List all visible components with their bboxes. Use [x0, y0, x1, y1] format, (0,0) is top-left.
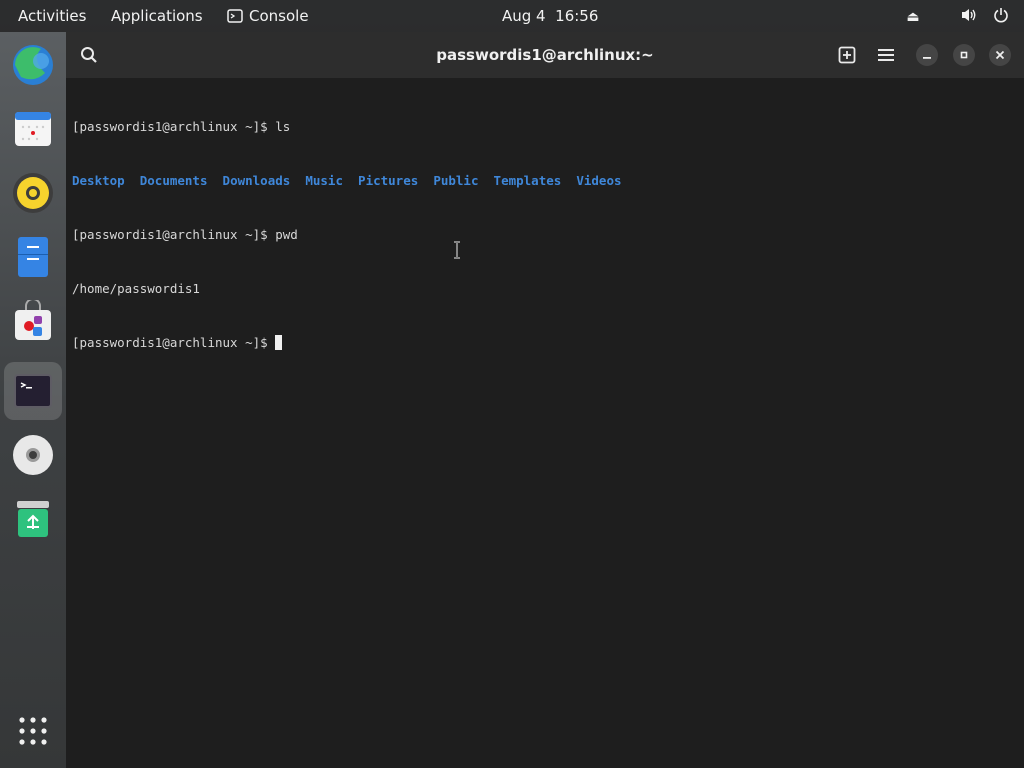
terminal-icon[interactable] [4, 362, 62, 420]
terminal-window[interactable]: passwordis1@archlinux:~ [passwordis1@arc… [66, 32, 1024, 768]
new-tab-icon[interactable] [835, 43, 859, 67]
prompt: [passwordis1@archlinux ~]$ [72, 227, 276, 242]
trash-icon[interactable] [4, 490, 62, 548]
ibeam-cursor-icon [454, 241, 460, 259]
calendar-icon[interactable] [4, 100, 62, 158]
dir-entry: Templates [493, 173, 562, 188]
eject-icon[interactable]: ⏏ [904, 9, 922, 25]
applications-menu[interactable]: Applications [111, 7, 203, 25]
hamburger-menu-icon[interactable] [874, 43, 898, 67]
console-icon [227, 9, 243, 23]
text-cursor [275, 335, 283, 350]
dir-entry: Desktop [72, 173, 125, 188]
dir-entry: Music [305, 173, 343, 188]
terminal-line: Desktop Documents Downloads Music Pictur… [72, 172, 622, 190]
activities-button[interactable]: Activities [18, 7, 86, 25]
software-store-icon[interactable] [4, 292, 62, 350]
files-icon[interactable] [4, 228, 62, 286]
browser-icon[interactable] [4, 36, 62, 94]
power-icon[interactable] [992, 7, 1010, 27]
command: ls [275, 119, 291, 134]
terminal-line: [passwordis1@archlinux ~]$ pwd [72, 226, 622, 244]
terminal-line: /home/passwordis1 [72, 280, 622, 298]
top-bar: Activities Applications Console Aug 4 16… [0, 0, 1024, 32]
command: pwd [275, 227, 298, 242]
dir-entry: Documents [139, 173, 208, 188]
dock [0, 32, 66, 768]
prompt: [passwordis1@archlinux ~]$ [72, 335, 276, 350]
prompt: [passwordis1@archlinux ~]$ [72, 119, 276, 134]
terminal-line: [passwordis1@archlinux ~]$ [72, 334, 622, 352]
terminal-line: [passwordis1@archlinux ~]$ ls [72, 118, 622, 136]
command-output: /home/passwordis1 [72, 281, 200, 296]
dir-entry: Public [433, 173, 479, 188]
disc-icon[interactable] [4, 426, 62, 484]
system-tray[interactable]: ⏏ [904, 7, 1010, 27]
app-menu-console[interactable]: Console [227, 7, 309, 25]
window-titlebar[interactable]: passwordis1@archlinux:~ [66, 32, 1024, 78]
terminal-output[interactable]: [passwordis1@archlinux ~]$ ls Desktop Do… [72, 82, 622, 388]
dir-entry: Pictures [358, 173, 419, 188]
time-label: 16:56 [555, 7, 599, 25]
dir-entry: Downloads [222, 173, 291, 188]
volume-icon[interactable] [960, 7, 978, 27]
clock[interactable]: Aug 4 16:56 [502, 7, 598, 25]
maximize-button[interactable] [953, 44, 975, 66]
app-grid-icon[interactable] [4, 702, 62, 760]
console-label: Console [249, 7, 309, 25]
close-button[interactable] [989, 44, 1011, 66]
music-player-icon[interactable] [4, 164, 62, 222]
date-label: Aug 4 [502, 7, 546, 25]
dir-entry: Videos [576, 173, 622, 188]
minimize-button[interactable] [916, 44, 938, 66]
